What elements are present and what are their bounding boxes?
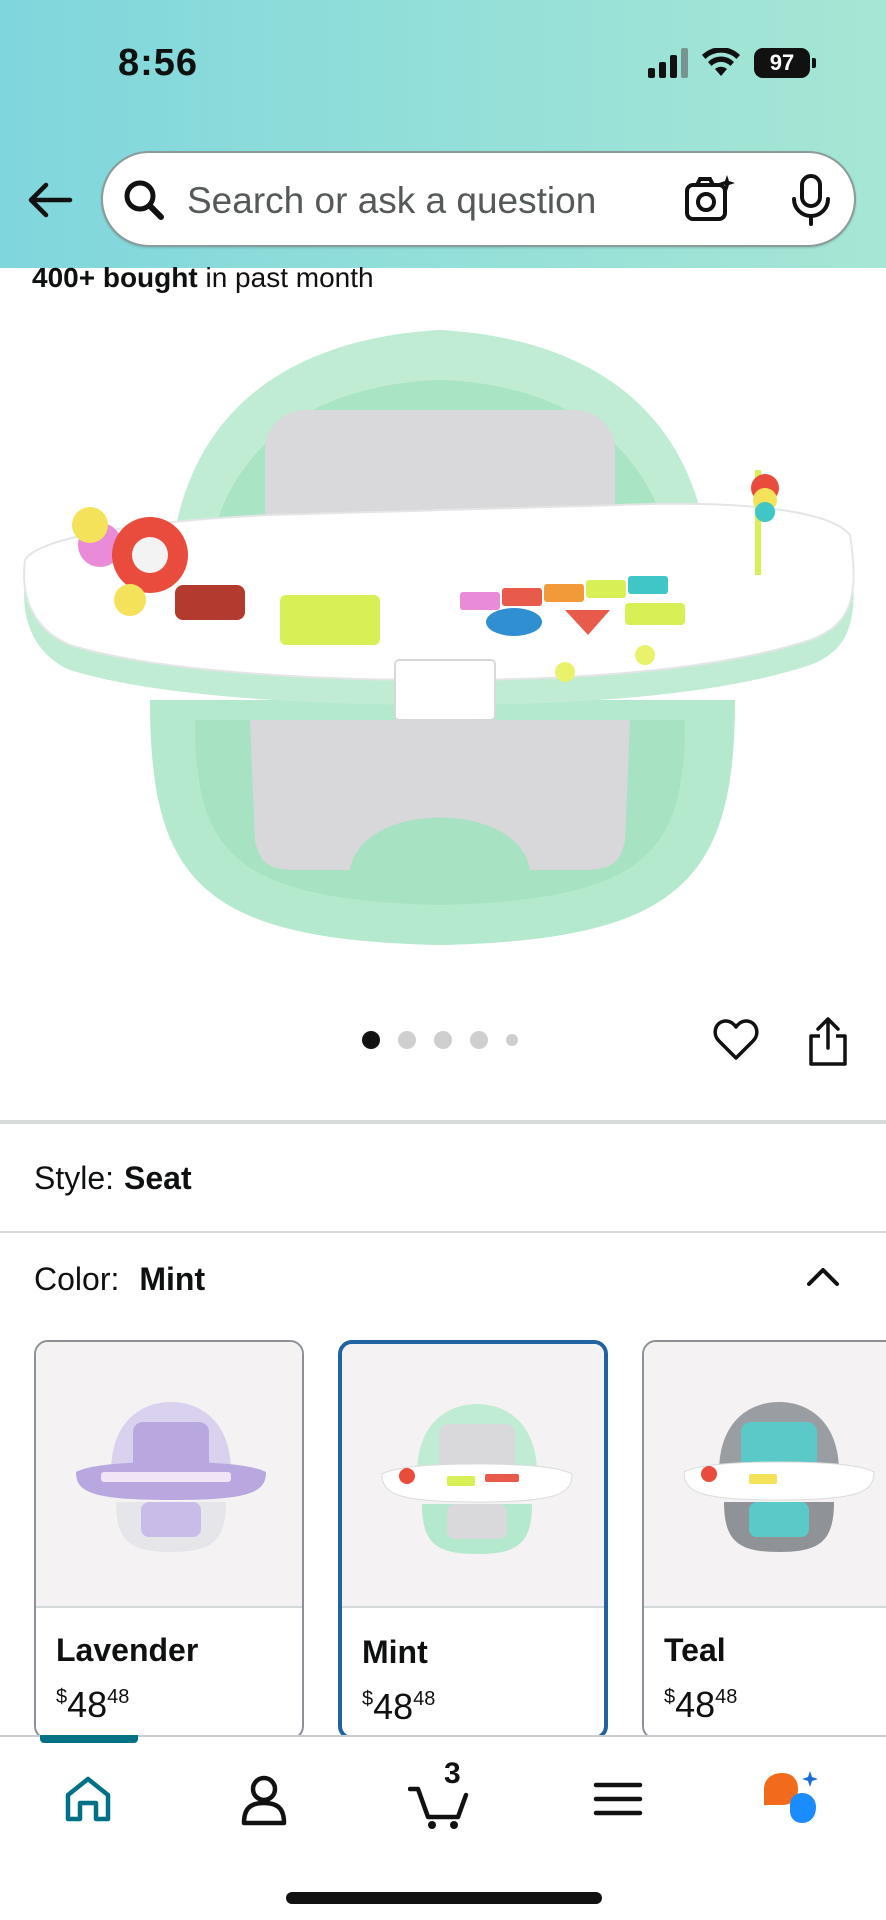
camera-lens-icon[interactable] (683, 173, 735, 225)
header: 8:56 97 Search or ask a question (0, 0, 886, 268)
pagination-dot[interactable] (470, 1031, 488, 1049)
share-icon[interactable] (806, 1016, 850, 1068)
section-divider (0, 1120, 886, 1124)
cellular-signal-icon (648, 48, 688, 78)
image-pagination[interactable] (362, 1031, 518, 1049)
color-option-price: $4848 (362, 1686, 436, 1727)
search-icon (124, 180, 164, 220)
bottom-nav: 3 (0, 1735, 886, 1920)
heart-icon[interactable] (712, 1016, 760, 1064)
battery-icon: 97 (754, 48, 816, 78)
style-label: Style: (34, 1160, 115, 1196)
color-option-mint[interactable]: Mint $4848 (338, 1340, 608, 1740)
chevron-up-icon[interactable] (804, 1262, 842, 1290)
back-arrow-icon[interactable] (24, 174, 76, 226)
bought-count-text: 400+ bought in past month (32, 262, 374, 293)
color-option-name: Mint (362, 1634, 428, 1670)
color-option-lavender[interactable]: Lavender $4848 (34, 1340, 304, 1740)
pagination-dot[interactable] (506, 1034, 518, 1046)
status-time: 8:56 (118, 42, 199, 84)
section-divider (0, 1231, 886, 1233)
color-option-name: Teal (664, 1632, 726, 1668)
pagination-dot[interactable] (362, 1031, 380, 1049)
account-icon[interactable] (232, 1767, 296, 1831)
product-image[interactable] (20, 320, 866, 960)
active-tab-indicator (40, 1735, 138, 1743)
menu-icon[interactable] (586, 1767, 650, 1831)
color-label: Color: (34, 1261, 120, 1297)
color-option-image (36, 1342, 302, 1608)
color-option-image (644, 1342, 886, 1608)
color-value: Mint (139, 1261, 206, 1297)
color-option-price: $4848 (56, 1684, 130, 1725)
rufus-icon[interactable] (760, 1767, 824, 1831)
wifi-icon (702, 48, 740, 76)
cart-icon[interactable] (408, 1767, 472, 1831)
color-option-name: Lavender (56, 1632, 199, 1668)
pagination-dot[interactable] (434, 1031, 452, 1049)
style-selector[interactable]: Style: Seat (34, 1160, 192, 1197)
search-bar[interactable]: Search or ask a question (101, 151, 856, 247)
home-icon[interactable] (56, 1767, 120, 1831)
color-selector[interactable]: Color: Mint (34, 1261, 205, 1298)
pagination-dot[interactable] (398, 1031, 416, 1049)
cart-count-badge: 3 (444, 1757, 461, 1790)
home-indicator[interactable] (286, 1892, 602, 1904)
color-option-image (342, 1344, 604, 1608)
style-value: Seat (124, 1160, 192, 1196)
color-option-price: $4848 (664, 1684, 738, 1725)
microphone-icon[interactable] (788, 173, 834, 227)
status-icons: 97 (648, 48, 816, 78)
search-input[interactable]: Search or ask a question (187, 180, 596, 222)
color-option-teal[interactable]: Teal $4848 (642, 1340, 886, 1740)
